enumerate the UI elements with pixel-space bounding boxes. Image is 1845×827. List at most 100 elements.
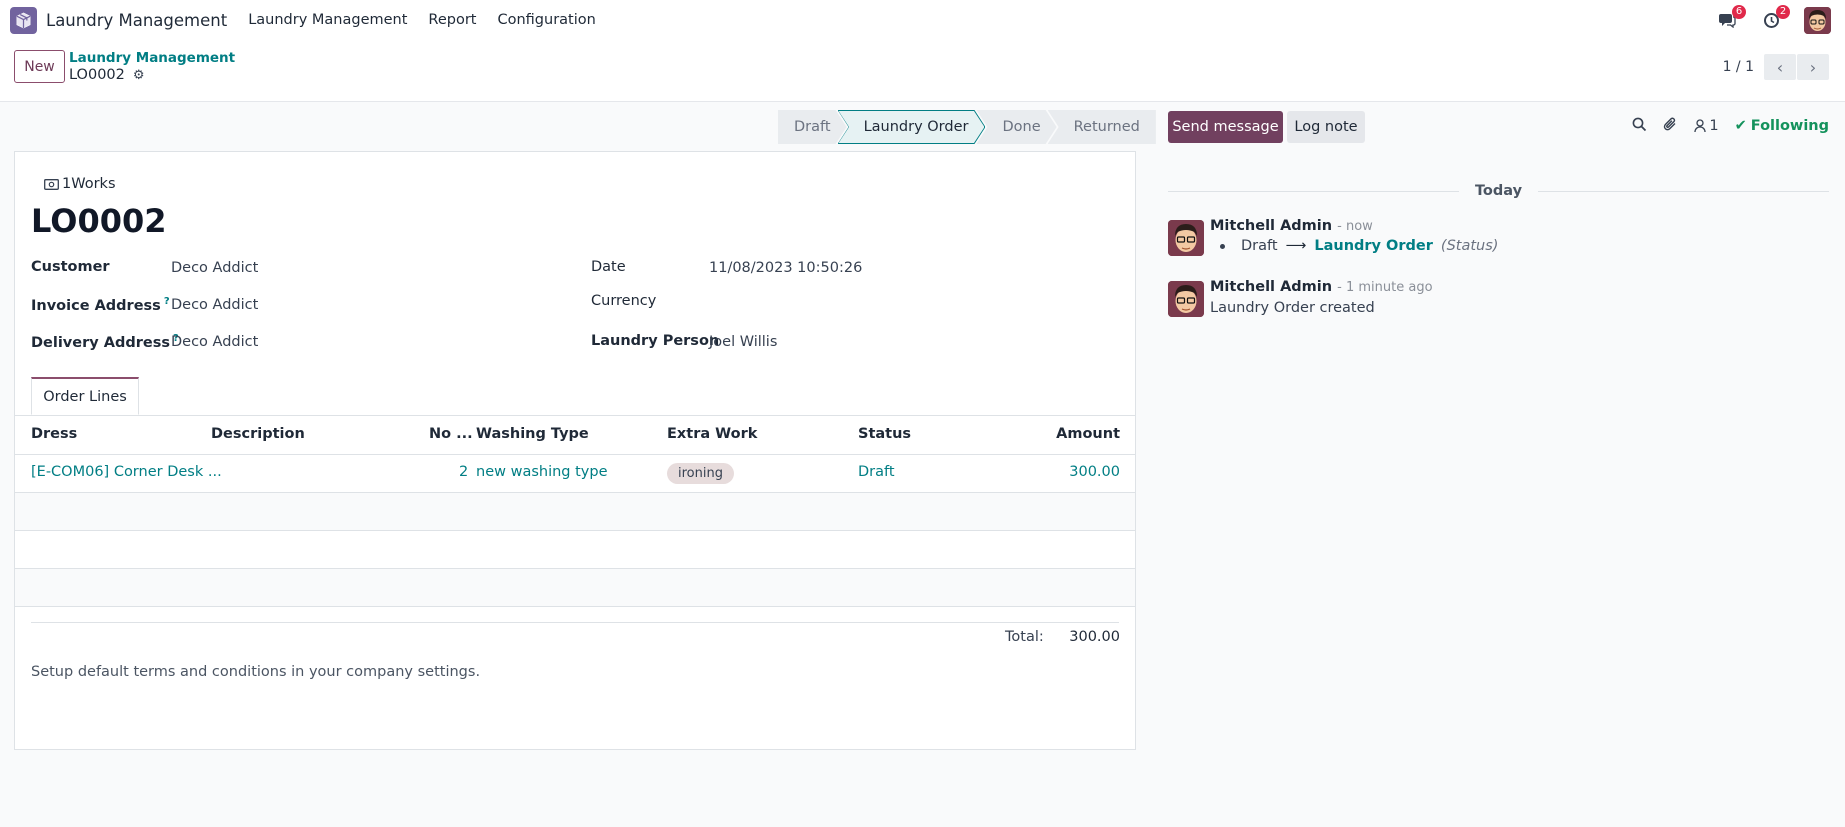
- chevron-right-icon: ›: [1809, 57, 1817, 77]
- breadcrumb-parent[interactable]: Laundry Management: [69, 50, 235, 66]
- empty-row[interactable]: [15, 569, 1135, 606]
- menu-laundry-management[interactable]: Laundry Management: [248, 12, 407, 28]
- log-note-button[interactable]: Log note: [1287, 111, 1365, 143]
- column-extra-work[interactable]: Extra Work: [667, 426, 757, 442]
- gear-icon[interactable]: ⚙: [133, 68, 145, 83]
- author-name[interactable]: Mitchell Admin: [1210, 279, 1332, 295]
- date-label: Date: [591, 259, 626, 275]
- total-label: Total:: [1005, 629, 1044, 645]
- avatar[interactable]: [1168, 220, 1204, 256]
- tab-order-lines[interactable]: Order Lines: [31, 377, 139, 415]
- row-number[interactable]: 2: [459, 464, 468, 480]
- arrow-right-icon: ⟶: [1285, 238, 1307, 254]
- control-panel: New Laundry Management LO0002 ⚙ 1 / 1 ‹ …: [0, 40, 1845, 102]
- row-amount[interactable]: 300.00: [1069, 464, 1120, 480]
- laundry-person-field[interactable]: Joel Willis: [709, 334, 777, 350]
- pager: 1 / 1 ‹ ›: [1723, 54, 1829, 80]
- message-date: - 1 minute ago: [1337, 280, 1433, 295]
- separator-line: [1168, 190, 1459, 192]
- customer-label: Customer: [31, 259, 110, 275]
- followers-count: 1: [1709, 118, 1719, 134]
- check-icon: ✔: [1734, 118, 1747, 134]
- activities-button[interactable]: 2: [1756, 5, 1790, 33]
- app-name[interactable]: Laundry Management: [46, 11, 227, 30]
- delivery-address-label: Delivery Address?: [31, 333, 179, 351]
- tracking-new-value: Laundry Order: [1314, 238, 1433, 254]
- following-label: Following: [1750, 118, 1829, 134]
- pager-previous-button[interactable]: ‹: [1764, 54, 1796, 80]
- currency-label: Currency: [591, 293, 657, 309]
- header-divider: [15, 454, 1135, 455]
- delivery-address-label-text: Delivery Address: [31, 334, 170, 351]
- message-author: Mitchell Admin - now: [1210, 218, 1373, 234]
- date-field[interactable]: 11/08/2023 10:50:26: [709, 260, 862, 276]
- terms-conditions[interactable]: Setup default terms and conditions in yo…: [31, 664, 480, 680]
- top-navbar: Laundry Management Laundry Management Re…: [0, 0, 1845, 40]
- send-message-button[interactable]: Send message: [1168, 111, 1283, 143]
- separator-line: [1538, 190, 1830, 192]
- customer-field[interactable]: Deco Addict: [171, 260, 258, 276]
- empty-row[interactable]: [15, 493, 1135, 530]
- tracking-value: Draft ⟶ Laundry Order (Status): [1220, 238, 1498, 254]
- stage-done[interactable]: Done: [976, 110, 1056, 144]
- tab-divider: [15, 415, 1135, 416]
- total-value: 300.00: [1069, 629, 1120, 645]
- invoice-address-label: Invoice Address?: [31, 296, 170, 314]
- pager-value[interactable]: 1 / 1: [1723, 59, 1754, 75]
- extra-work-tag[interactable]: ironing: [667, 463, 734, 484]
- messages-badge: 6: [1732, 5, 1746, 19]
- invoice-address-field[interactable]: Deco Addict: [171, 297, 258, 313]
- chatter-toolbar: 1 ✔ Following: [1632, 116, 1829, 136]
- following-button[interactable]: ✔ Following: [1735, 118, 1829, 134]
- stage-laundry-order-label: Laundry Order: [839, 111, 985, 143]
- bullet: [1220, 243, 1225, 249]
- breadcrumb-current-label: LO0002: [69, 67, 125, 83]
- column-dress[interactable]: Dress: [31, 426, 77, 442]
- search-icon[interactable]: [1632, 117, 1647, 136]
- column-washing-type[interactable]: Washing Type: [476, 426, 589, 442]
- stage-draft[interactable]: Draft: [778, 110, 847, 144]
- new-button[interactable]: New: [14, 50, 65, 83]
- messages-button[interactable]: 6: [1712, 5, 1746, 33]
- company-name: 1Works: [62, 176, 116, 192]
- column-description[interactable]: Description: [211, 426, 305, 442]
- tracking-old-value: Draft: [1241, 238, 1278, 254]
- user-face-icon: [1168, 220, 1204, 256]
- avatar[interactable]: [1168, 281, 1204, 317]
- chevron-left-icon: ‹: [1776, 57, 1784, 77]
- column-status[interactable]: Status: [858, 426, 911, 442]
- help-tooltip-icon[interactable]: ?: [164, 296, 170, 307]
- status-bar: Draft Laundry Order Done Returned: [778, 110, 1156, 144]
- message-author: Mitchell Admin - 1 minute ago: [1210, 279, 1433, 295]
- person-icon: [1694, 119, 1707, 133]
- invoice-address-label-text: Invoice Address: [31, 297, 161, 314]
- row-divider: [15, 530, 1135, 531]
- record-title: LO0002: [31, 202, 167, 240]
- menu-report[interactable]: Report: [428, 12, 476, 28]
- row-washing-type[interactable]: new washing type: [476, 464, 608, 480]
- row-divider: [15, 606, 1135, 607]
- delivery-address-field[interactable]: Deco Addict: [171, 334, 258, 350]
- stage-returned[interactable]: Returned: [1047, 110, 1156, 144]
- date-separator-label: Today: [1474, 183, 1523, 199]
- pager-next-button[interactable]: ›: [1797, 54, 1829, 80]
- row-dress[interactable]: [E-COM06] Corner Desk ...: [31, 464, 222, 480]
- user-face-icon: [1804, 6, 1831, 34]
- author-name[interactable]: Mitchell Admin: [1210, 218, 1332, 234]
- total-divider: [31, 622, 1119, 623]
- message-body: Laundry Order created: [1210, 300, 1375, 316]
- menu-configuration[interactable]: Configuration: [497, 12, 595, 28]
- row-status[interactable]: Draft: [858, 464, 895, 480]
- column-number[interactable]: No ...: [429, 426, 473, 442]
- followers-button[interactable]: 1: [1694, 118, 1719, 134]
- user-avatar[interactable]: [1804, 6, 1831, 34]
- form-sheet: 1Works LO0002 Customer Deco Addict Invoi…: [14, 151, 1136, 750]
- column-amount[interactable]: Amount: [1056, 426, 1120, 442]
- stage-laundry-order[interactable]: Laundry Order: [838, 110, 986, 144]
- breadcrumb-current: LO0002 ⚙: [69, 67, 145, 83]
- date-separator: Today: [1168, 181, 1830, 201]
- app-logo-icon[interactable]: [10, 6, 37, 34]
- paperclip-icon[interactable]: [1663, 116, 1678, 136]
- activities-badge: 2: [1776, 5, 1790, 19]
- message-date: - now: [1337, 219, 1373, 234]
